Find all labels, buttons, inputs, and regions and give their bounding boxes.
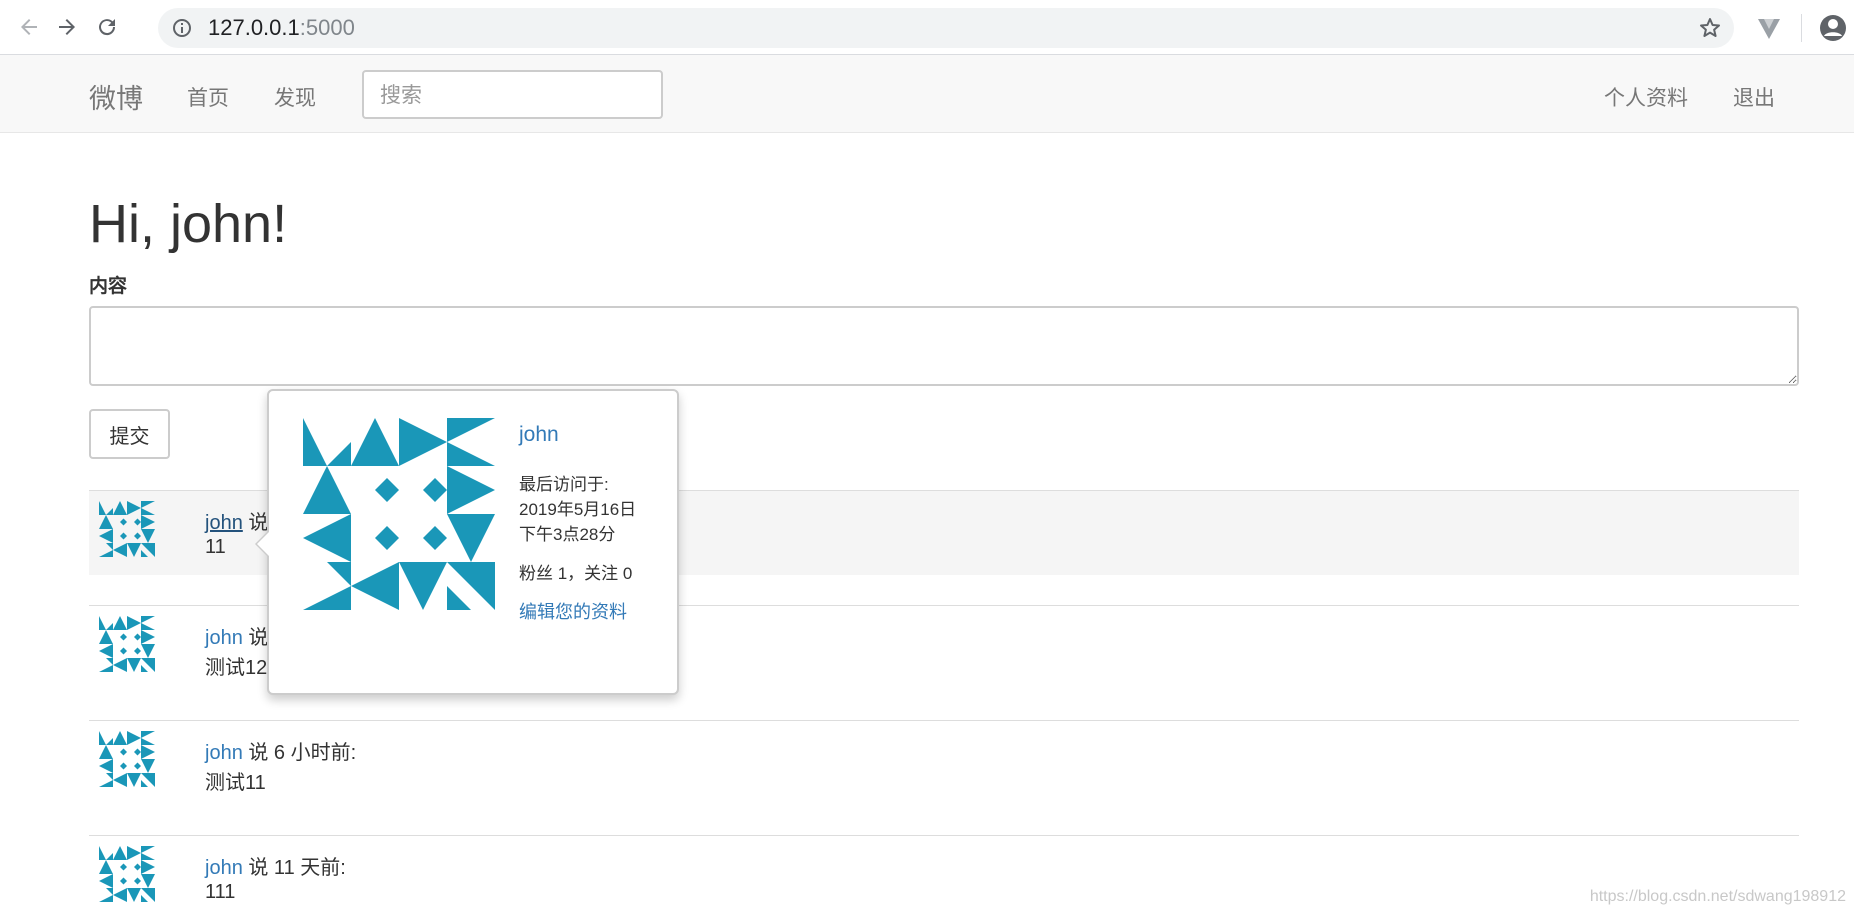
post-header: john 说 11 天前: xyxy=(205,851,346,880)
post-item: john 说 11 天前: 111 xyxy=(89,835,1799,920)
site-navbar: 微博 首页 发现 个人资料 退出 xyxy=(0,55,1854,133)
post-meta: 说 6 小时前: xyxy=(242,742,357,764)
post-body: 111 xyxy=(205,881,236,903)
popover-arrow xyxy=(255,531,269,557)
popover-avatar xyxy=(303,418,495,610)
extension-icon[interactable] xyxy=(1754,13,1784,43)
star-icon[interactable] xyxy=(1698,16,1722,40)
reload-icon[interactable] xyxy=(92,12,122,42)
avatar[interactable] xyxy=(99,846,155,902)
submit-button[interactable]: 提交 xyxy=(89,409,170,459)
profile-icon[interactable] xyxy=(1818,13,1848,43)
avatar[interactable] xyxy=(99,616,155,672)
search-input[interactable] xyxy=(362,70,663,119)
post-meta: 说 xyxy=(242,627,269,649)
brand-link[interactable]: 微博 xyxy=(89,77,143,116)
edit-profile-link[interactable]: 编辑您的资料 xyxy=(519,598,627,624)
content-label: 内容 xyxy=(89,275,128,297)
toolbar-divider xyxy=(1801,14,1802,42)
post-header: john 说 6 小时前: xyxy=(205,736,356,765)
post-body: 测试11 xyxy=(205,772,266,794)
nav-home-link[interactable]: 首页 xyxy=(187,82,229,112)
address-bar[interactable]: 127.0.0.1:5000 xyxy=(158,8,1734,48)
back-icon[interactable] xyxy=(14,12,44,42)
follow-stats: 粉丝 1，关注 0 xyxy=(519,564,633,583)
post-author-link[interactable]: john xyxy=(205,857,243,879)
user-popover: john 最后访问于: 2019年5月16日 下午3点28分 粉丝 1，关注 0… xyxy=(255,389,679,695)
avatar[interactable] xyxy=(99,731,155,787)
last-seen-label: 最后访问于: xyxy=(519,475,609,494)
page-title: Hi, john! xyxy=(89,194,288,254)
post-body: 11 xyxy=(205,536,226,558)
post-body: 测试12 xyxy=(205,657,268,679)
forward-icon[interactable] xyxy=(52,12,82,42)
popover-username-link[interactable]: john xyxy=(519,423,559,447)
nav-profile-link[interactable]: 个人资料 xyxy=(1604,82,1688,112)
nav-logout-link[interactable]: 退出 xyxy=(1733,82,1775,112)
content-textarea[interactable] xyxy=(89,306,1799,386)
post-author-link[interactable]: john xyxy=(205,627,243,649)
last-seen-time: 下午3点28分 xyxy=(519,525,616,544)
post-author-link[interactable]: john xyxy=(205,742,243,764)
post-item: john 说 6 小时前: 测试11 xyxy=(89,720,1799,805)
url-text: 127.0.0.1:5000 xyxy=(208,15,355,40)
info-icon[interactable] xyxy=(172,18,192,38)
watermark: https://blog.csdn.net/sdwang198912 xyxy=(1589,888,1846,905)
nav-explore-link[interactable]: 发现 xyxy=(274,82,316,112)
last-seen-date: 2019年5月16日 xyxy=(519,500,637,519)
post-meta: 说 11 天前: xyxy=(242,857,346,879)
post-author-link[interactable]: john xyxy=(205,512,243,534)
post-header: john 说 xyxy=(205,621,268,650)
browser-toolbar: 127.0.0.1:5000 xyxy=(0,0,1854,55)
avatar[interactable] xyxy=(99,501,155,557)
